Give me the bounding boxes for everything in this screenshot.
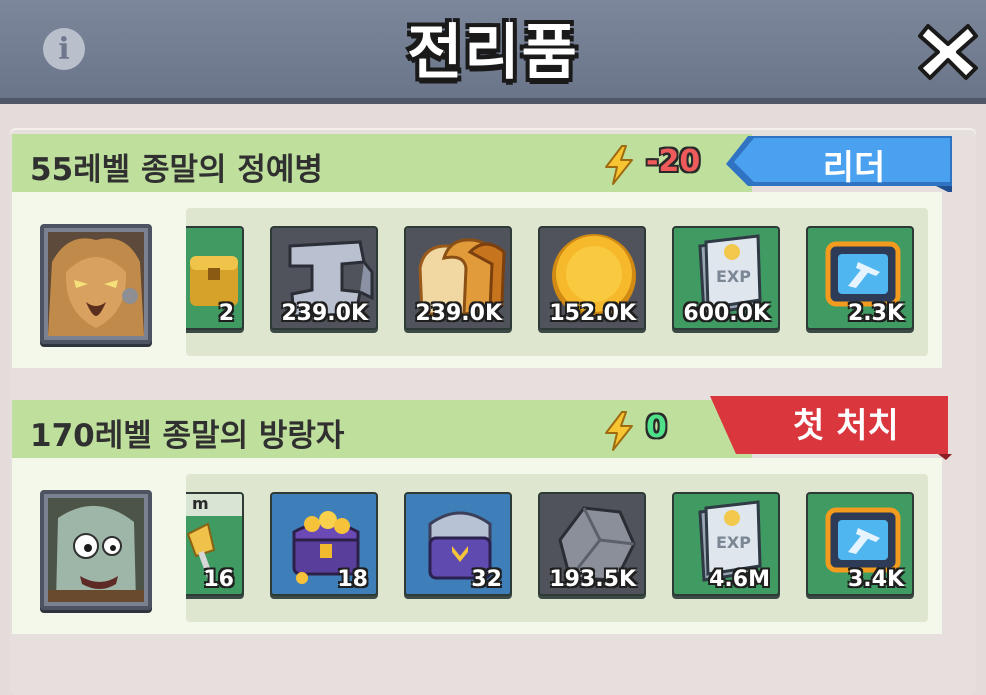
reward-item[interactable]: 2 — [186, 226, 244, 330]
reward-item[interactable]: 2.3K — [806, 226, 914, 330]
close-icon[interactable] — [918, 22, 978, 82]
enemy-section-1: 55레벨 종말의 정예병 -20 리더 2 239.0K 239.0K 152.… — [10, 134, 976, 378]
reward-item[interactable]: 32 — [404, 492, 512, 596]
reward-quantity: 16 — [203, 567, 234, 592]
reward-quantity: 2.3K — [847, 301, 904, 326]
reward-quantity: 18 — [337, 567, 368, 592]
reward-item[interactable]: 239.0K — [404, 226, 512, 330]
lightning-icon — [605, 411, 633, 451]
reward-quantity: 600.0K — [683, 301, 770, 326]
reward-item[interactable]: 152.0K — [538, 226, 646, 330]
reward-quantity: 239.0K — [281, 301, 368, 326]
enemy-name-bar: 55레벨 종말의 정예병 -20 — [12, 134, 752, 192]
reward-quantity: 3.4K — [847, 567, 904, 592]
first-kill-ribbon: 첫 처치 — [710, 396, 952, 460]
reward-quantity: 32 — [471, 567, 502, 592]
power-change: 0 — [646, 410, 667, 445]
ribbon-label: 리더 — [822, 147, 886, 188]
reward-item[interactable]: 18 — [270, 492, 378, 596]
reward-quantity: 193.5K — [549, 567, 636, 592]
reward-list: m 16 18 32 193.5K EXP 4.6M 3.4K — [186, 474, 928, 622]
page-title: 전리품 — [407, 18, 579, 88]
reward-quantity: 4.6M — [709, 567, 770, 592]
reward-item[interactable]: m 16 — [186, 492, 244, 596]
zombie-portrait — [48, 498, 144, 602]
reward-item[interactable]: EXP 4.6M — [672, 492, 780, 596]
reward-item[interactable]: 3.4K — [806, 492, 914, 596]
ribbon-label: 첫 처치 — [793, 405, 899, 446]
svg-text:EXP: EXP — [716, 533, 751, 552]
reward-item[interactable]: 193.5K — [538, 492, 646, 596]
enemy-content: 2 239.0K 239.0K 152.0K EXP 600.0K 2.3K — [12, 192, 942, 368]
power-change: -20 — [646, 144, 701, 179]
header-bar: i 전리품 — [0, 0, 986, 104]
reward-list: 2 239.0K 239.0K 152.0K EXP 600.0K 2.3K — [186, 208, 928, 356]
enemy-portrait[interactable] — [40, 490, 152, 610]
enemy-name: 170레벨 종말의 방랑자 — [30, 418, 345, 454]
svg-text:EXP: EXP — [716, 267, 751, 286]
enemy-content: m 16 18 32 193.5K EXP 4.6M 3.4K — [12, 458, 942, 634]
reward-item[interactable]: 239.0K — [270, 226, 378, 330]
lion-warrior-portrait — [48, 232, 144, 336]
enemy-portrait[interactable] — [40, 224, 152, 344]
golden-chest-icon — [190, 256, 238, 306]
enemy-name-bar: 170레벨 종말의 방랑자 0 — [12, 400, 752, 458]
enemy-section-2: 170레벨 종말의 방랑자 0 첫 처치 m 16 18 32 193.5K E… — [10, 396, 976, 644]
reward-quantity: 239.0K — [415, 301, 502, 326]
reward-quantity: 152.0K — [549, 301, 636, 326]
lightning-icon — [605, 145, 633, 185]
enemy-name: 55레벨 종말의 정예병 — [30, 152, 323, 188]
reward-item[interactable]: EXP 600.0K — [672, 226, 780, 330]
loot-panel: 55레벨 종말의 정예병 -20 리더 2 239.0K 239.0K 152.… — [10, 128, 976, 695]
reward-quantity: 2 — [218, 301, 234, 326]
leader-ribbon: 리더 — [726, 136, 952, 192]
